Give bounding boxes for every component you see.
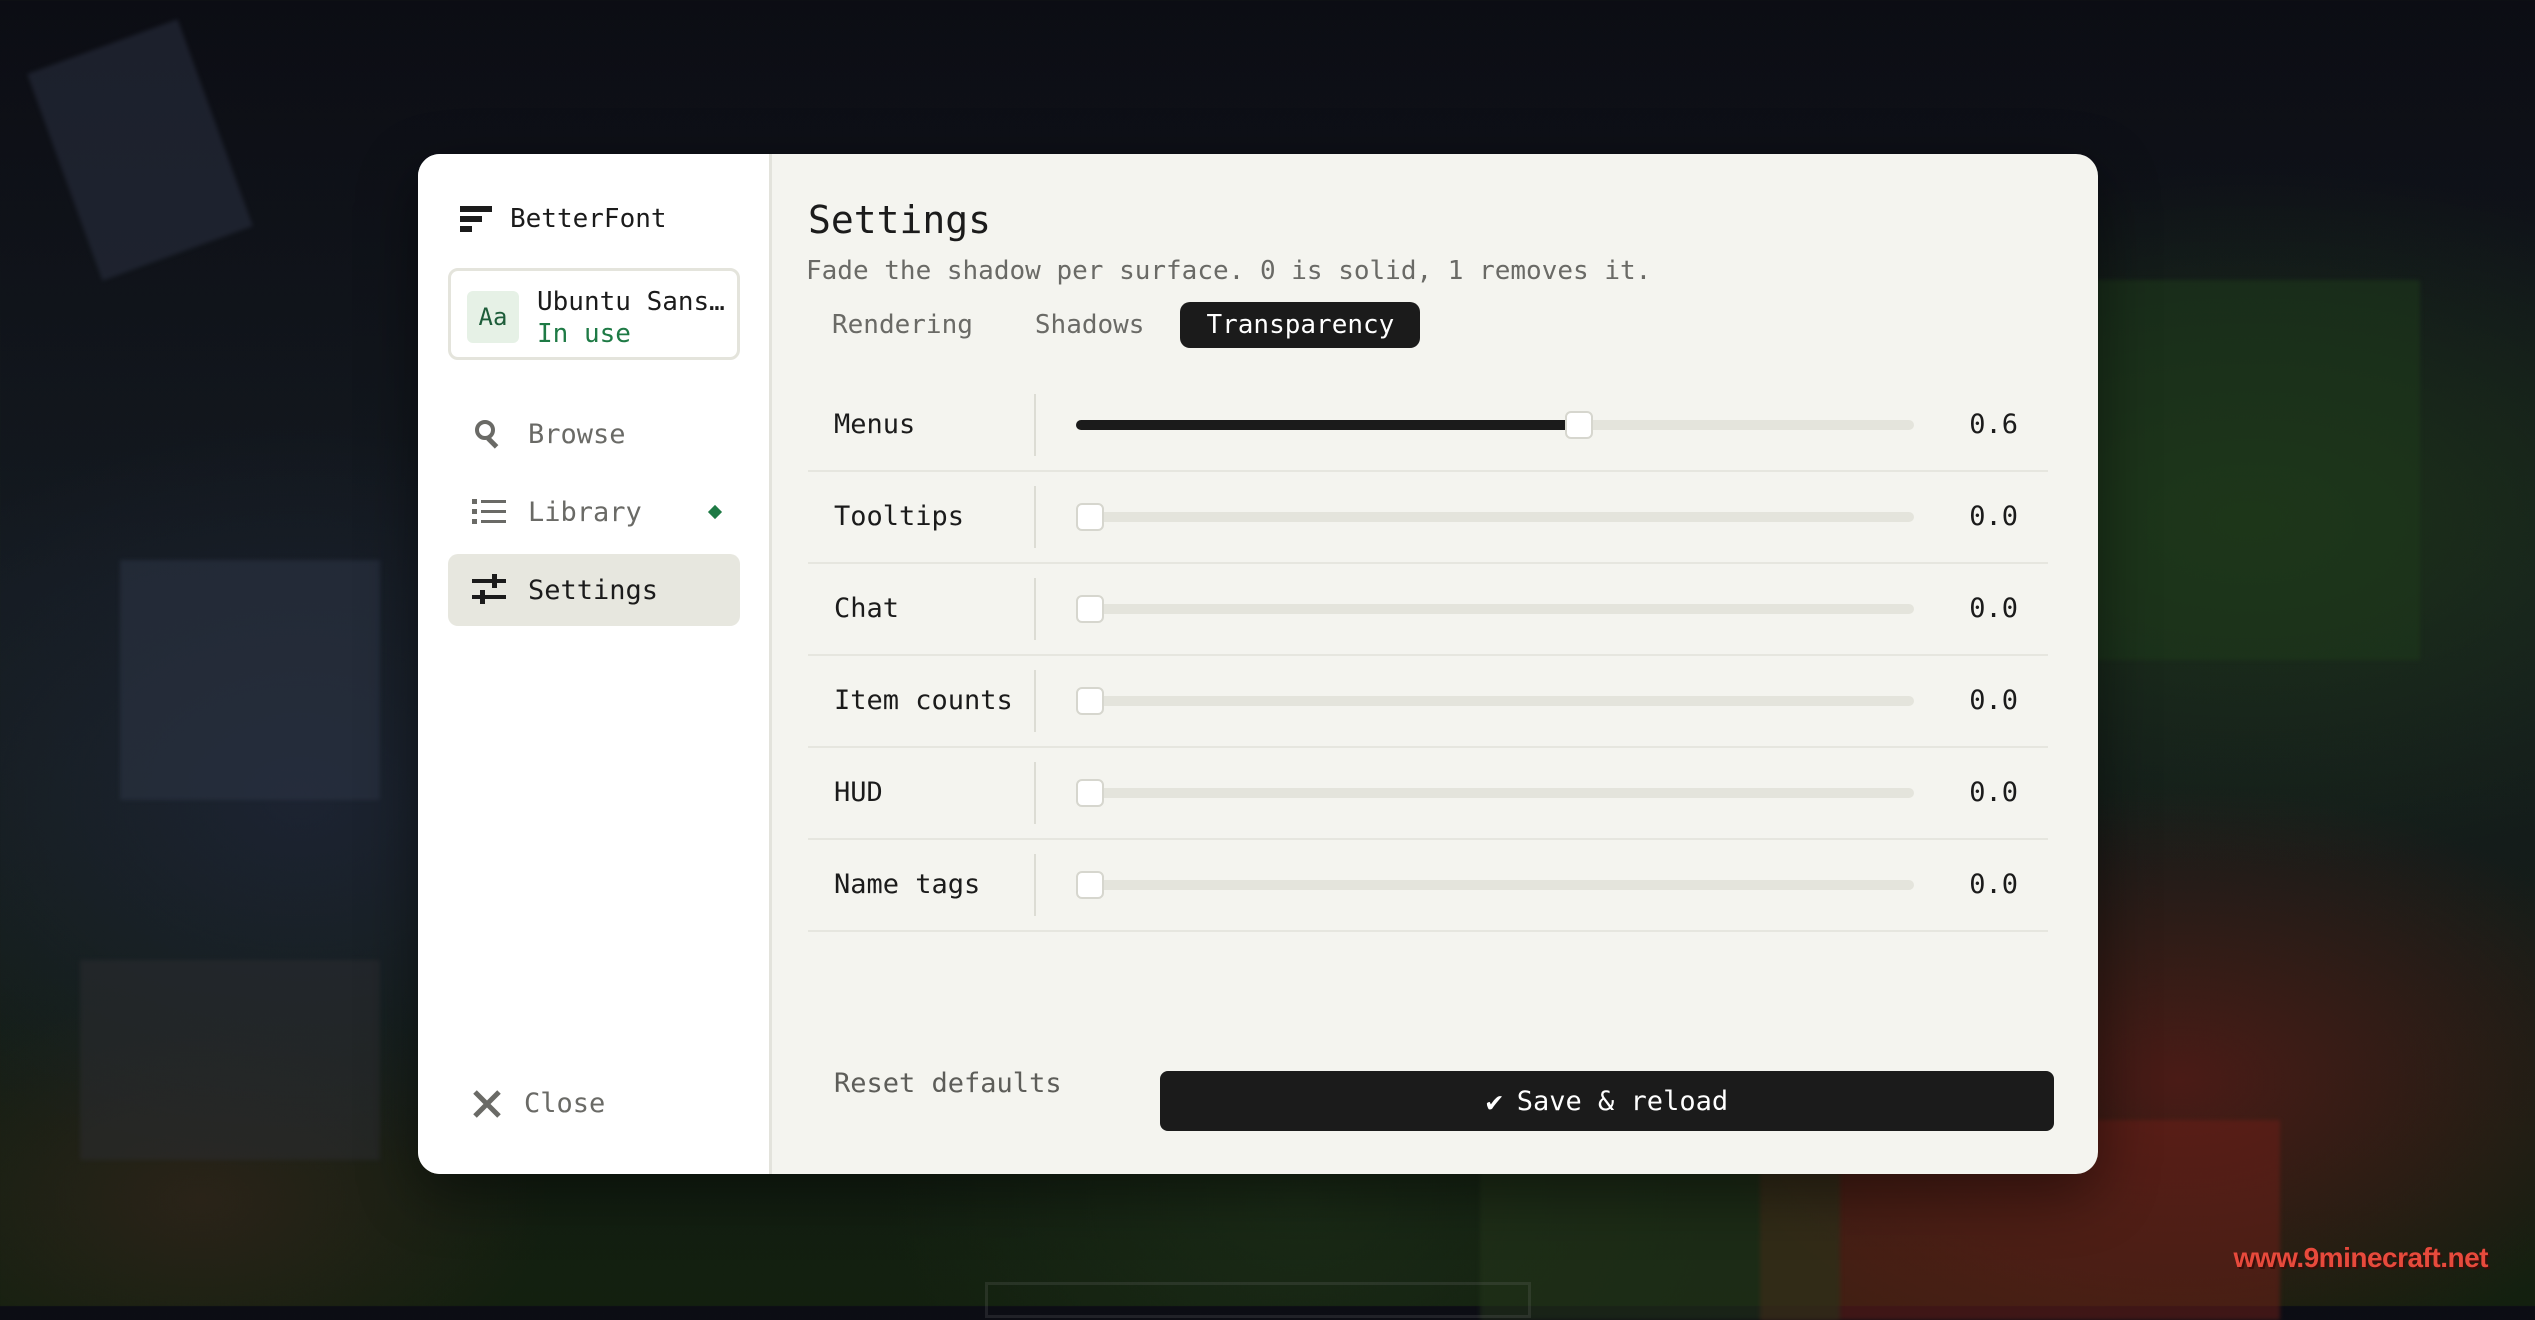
slider-list: Menus 0.6 Tooltips 0.0 Chat 0.0 Item cou… [808,380,2048,932]
slider-thumb[interactable] [1076,687,1104,715]
watermark: www.9minecraft.net [2233,1242,2489,1273]
item-counts-slider[interactable] [1076,687,1914,715]
slider-label: Tooltips [834,501,965,532]
slider-label: Item counts [834,685,1013,716]
slider-label: Chat [834,593,900,624]
reset-defaults-button[interactable]: Reset defaults [834,1054,1062,1114]
brand: BetterFont [460,202,667,236]
menus-slider[interactable] [1076,411,1914,439]
page-title: Settings [808,198,992,242]
divider [1034,578,1036,640]
slider-row-tooltips: Tooltips 0.0 [808,472,2048,564]
divider [1034,394,1036,456]
settings-tabs: Rendering Shadows Transparency [806,302,1430,348]
app-name: BetterFont [510,204,667,234]
slider-label: Name tags [834,869,981,900]
sidebar-item-settings[interactable]: Settings [448,554,740,626]
save-reload-button[interactable]: ✔ Save & reload [1160,1071,2054,1131]
divider [1034,762,1036,824]
settings-content: Settings Fade the shadow per surface. 0 … [772,154,2098,1174]
slider-row-item-counts: Item counts 0.0 [808,656,2048,748]
slider-thumb[interactable] [1076,503,1104,531]
settings-modal: BetterFont Aa Ubuntu Sans… In use Browse… [418,154,2098,1174]
slider-value: 0.0 [1969,593,2018,624]
tab-shadows[interactable]: Shadows [1009,302,1171,348]
font-avatar: Aa [467,291,519,343]
current-font-status: In use [537,319,631,349]
slider-value: 0.0 [1969,869,2018,900]
slider-label: HUD [834,777,883,808]
save-reload-label: Save & reload [1516,1085,1729,1117]
sliders-icon [472,573,506,607]
current-font-name: Ubuntu Sans… [537,287,725,317]
check-icon: ✔ [1485,1084,1503,1118]
slider-value: 0.0 [1969,777,2018,808]
slider-row-chat: Chat 0.0 [808,564,2048,656]
slider-value: 0.0 [1969,685,2018,716]
close-icon [472,1089,502,1119]
sidebar-item-library[interactable]: Library [448,476,740,548]
slider-thumb[interactable] [1076,779,1104,807]
close-button[interactable]: Close [472,1088,605,1119]
page-subtitle: Fade the shadow per surface. 0 is solid,… [806,256,1652,286]
tooltips-slider[interactable] [1076,503,1914,531]
divider [1034,670,1036,732]
sidebar-item-label: Settings [528,574,659,606]
slider-row-hud: HUD 0.0 [808,748,2048,840]
slider-row-name-tags: Name tags 0.0 [808,840,2048,932]
slider-value: 0.0 [1969,501,2018,532]
slider-value: 0.6 [1969,409,2018,440]
divider [1034,486,1036,548]
close-label: Close [524,1088,606,1119]
list-icon [472,495,506,529]
library-indicator-dot [707,504,723,520]
sidebar-item-label: Library [528,496,642,528]
current-font-card[interactable]: Aa Ubuntu Sans… In use [448,268,740,360]
hotbar [985,1282,1531,1318]
slider-thumb[interactable] [1076,595,1104,623]
name-tags-slider[interactable] [1076,871,1914,899]
sidebar: BetterFont Aa Ubuntu Sans… In use Browse… [418,154,772,1174]
font-lines-icon [460,206,492,232]
chat-slider[interactable] [1076,595,1914,623]
sidebar-item-label: Browse [528,418,626,450]
hud-slider[interactable] [1076,779,1914,807]
tab-transparency[interactable]: Transparency [1180,302,1421,348]
sidebar-item-browse[interactable]: Browse [448,398,740,470]
search-icon [472,417,506,451]
tab-rendering[interactable]: Rendering [806,302,999,348]
slider-row-menus: Menus 0.6 [808,380,2048,472]
slider-thumb[interactable] [1564,411,1593,439]
slider-thumb[interactable] [1076,871,1104,899]
divider [1034,854,1036,916]
slider-label: Menus [834,409,916,440]
